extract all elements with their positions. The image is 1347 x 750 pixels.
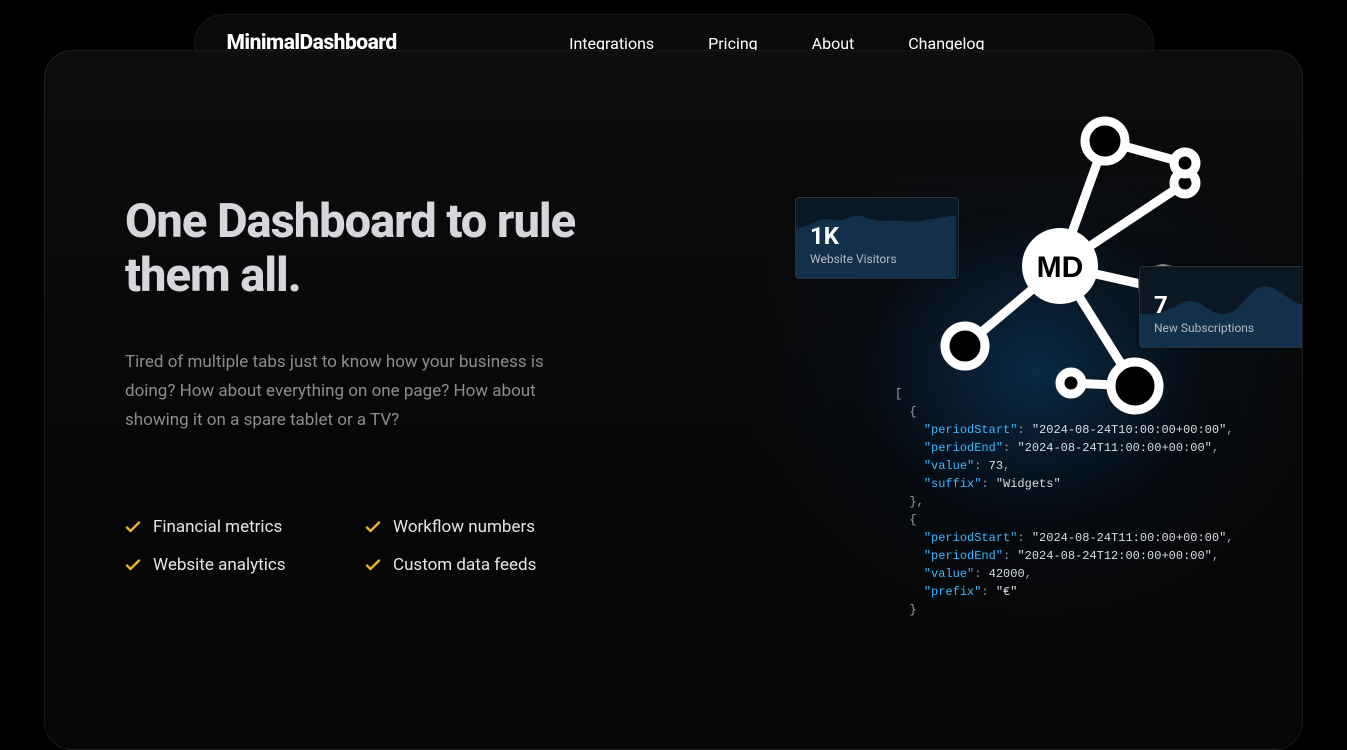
stat-value: 1K [796, 198, 958, 252]
hero-illustration: MD 1K Website Visitors 7 New Subscriptio… [695, 51, 1303, 651]
hero-panel: One Dashboard to rule them all. Tired of… [44, 50, 1303, 750]
feature-item: Workflow numbers [365, 517, 605, 537]
feature-label: Workflow numbers [393, 517, 535, 537]
stat-value: 7 [1140, 267, 1303, 321]
stat-card-subscriptions: 7 New Subscriptions [1139, 266, 1303, 348]
network-badge-text: MD [1037, 251, 1084, 284]
check-icon [125, 557, 141, 573]
stat-card-visitors: 1K Website Visitors [795, 197, 959, 279]
check-icon [365, 557, 381, 573]
feature-item: Website analytics [125, 555, 365, 575]
hero-headline: One Dashboard to rule them all. [125, 195, 625, 302]
code-sample: [ { "periodStart": "2024-08-24T10:00:00+… [895, 385, 1303, 619]
feature-label: Financial metrics [153, 517, 282, 537]
feature-item: Custom data feeds [365, 555, 605, 575]
stat-label: Website Visitors [796, 252, 958, 278]
hero-copy: One Dashboard to rule them all. Tired of… [125, 195, 625, 575]
hero-subhead: Tired of multiple tabs just to know how … [125, 348, 585, 435]
check-icon [365, 519, 381, 535]
feature-item: Financial metrics [125, 517, 365, 537]
feature-list: Financial metrics Workflow numbers Websi… [125, 517, 625, 575]
feature-label: Website analytics [153, 555, 286, 575]
check-icon [125, 519, 141, 535]
stat-label: New Subscriptions [1140, 321, 1303, 347]
feature-label: Custom data feeds [393, 555, 536, 575]
